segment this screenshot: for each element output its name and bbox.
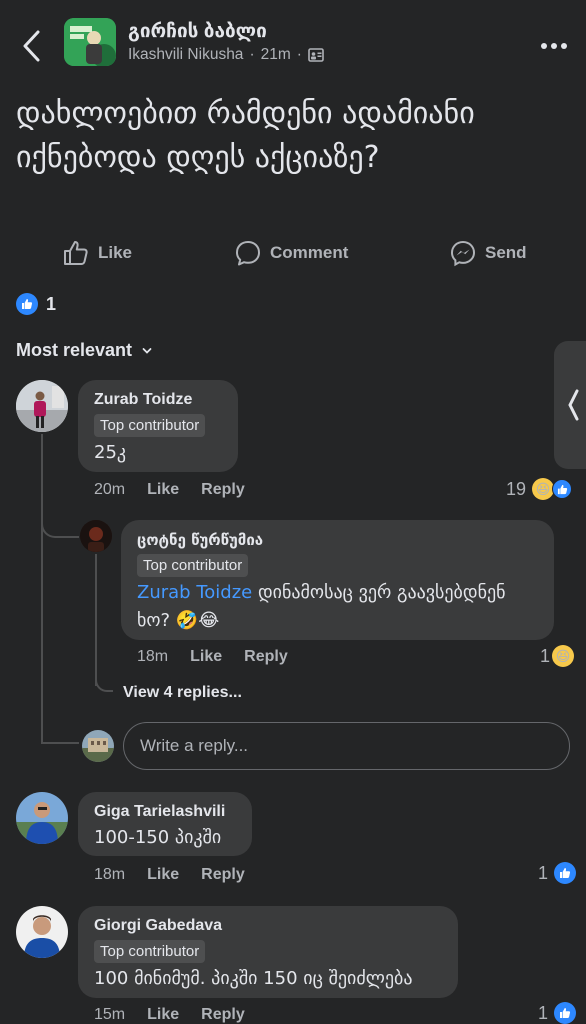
comment-text: 100-150 პიკში	[94, 827, 222, 848]
like-reaction-icon	[16, 293, 38, 315]
like-reaction-icon	[554, 862, 577, 884]
comment-reply-button[interactable]: Reply	[201, 866, 245, 884]
comment-time: 18m	[94, 866, 126, 883]
thread-connector	[41, 496, 79, 538]
like-button[interactable]: Like	[62, 236, 132, 270]
meta-separator: ·	[296, 46, 302, 63]
post-time[interactable]: 21m	[261, 46, 291, 64]
side-panel-toggle[interactable]	[554, 341, 586, 469]
top-contributor-badge: Top contributor	[94, 940, 206, 963]
messenger-icon	[450, 240, 476, 267]
chevron-left-icon	[23, 30, 40, 62]
comment-text: 25კ	[94, 442, 127, 463]
send-button[interactable]: Send	[449, 236, 527, 270]
send-label: Send	[485, 243, 527, 262]
top-contributor-badge: Top contributor	[137, 554, 249, 577]
laugh-emoji-icon: 😆	[532, 478, 555, 500]
comment-text: 100 მინიმუმ. პიკში 150 იც შეიძლება	[94, 968, 413, 989]
comment-like-button[interactable]: Like	[147, 866, 179, 884]
reaction-count: 1	[538, 1002, 549, 1023]
post-meta: Ikashvili Nikusha · 21m ·	[128, 46, 324, 64]
profile-photo-icon	[16, 906, 68, 958]
comment-author[interactable]: Giga Tarielashvili	[94, 802, 236, 822]
comment-like-button[interactable]: Like	[147, 481, 179, 499]
comment-author[interactable]: Zurab Toidze	[94, 390, 222, 410]
comment-reply-button[interactable]: Reply	[201, 481, 245, 499]
sort-label: Most relevant	[16, 340, 133, 360]
reply-time: 18m	[137, 648, 169, 665]
avatar[interactable]	[16, 792, 68, 844]
reply-input[interactable]: Write a reply...	[123, 722, 570, 770]
comment-like-button[interactable]: Like	[147, 1006, 179, 1024]
reaction-count: 1	[538, 862, 549, 883]
profile-photo-icon	[16, 792, 68, 844]
avatar[interactable]	[16, 380, 68, 432]
thread-connector	[95, 660, 113, 692]
post-text: დახლოებით რამდენი ადამიანი იქნებოდა დღეს…	[16, 96, 475, 175]
comment-reply-button[interactable]: Reply	[201, 1006, 245, 1024]
avatar[interactable]	[80, 520, 112, 552]
reply-placeholder: Write a reply...	[140, 736, 249, 755]
comment-author[interactable]: Giorgi Gabedava	[94, 916, 442, 936]
comment-reactions[interactable]: 1	[538, 862, 577, 884]
more-dots-icon	[541, 43, 567, 49]
avatar[interactable]	[16, 906, 68, 958]
comment-actions: 15m Like Reply	[94, 1006, 245, 1024]
chevron-down-icon	[142, 347, 152, 354]
reply-reactions[interactable]: 1 😆	[540, 645, 575, 667]
comment-bubble-icon	[236, 241, 260, 266]
like-reaction-icon	[554, 1002, 577, 1024]
comment-bubble[interactable]: Giorgi Gabedava Top contributor 100 მინი…	[78, 906, 458, 998]
group-audience-icon	[308, 48, 324, 62]
comment-bubble[interactable]: Zurab Toidze Top contributor 25კ	[78, 380, 238, 472]
comment-reactions[interactable]: 19 😆	[506, 478, 573, 500]
comment-actions: 18m Like Reply	[94, 866, 245, 884]
profile-photo-icon	[16, 380, 68, 432]
comment-time: 20m	[94, 481, 126, 498]
group-name[interactable]: გირჩის ბაბლი	[128, 20, 267, 43]
profile-photo-icon	[82, 730, 114, 762]
thread-line	[41, 742, 79, 744]
comment-button[interactable]: Comment	[234, 236, 348, 270]
laugh-emoji-icon: 😆	[552, 645, 575, 667]
reply-reply-button[interactable]: Reply	[244, 648, 288, 666]
like-label: Like	[98, 243, 133, 262]
reply-author[interactable]: ცოტნე წურწუმია	[137, 530, 538, 550]
reaction-count: 1	[46, 293, 57, 314]
comment-label: Comment	[270, 243, 349, 262]
reply-like-button[interactable]: Like	[190, 648, 222, 666]
top-contributor-badge: Top contributor	[94, 414, 206, 437]
chevron-left-icon	[568, 389, 579, 421]
group-avatar[interactable]	[64, 18, 116, 66]
profile-photo-icon	[80, 520, 112, 552]
reaction-count: 1	[540, 645, 551, 666]
comment-time: 15m	[94, 1006, 126, 1023]
more-options-button[interactable]	[538, 34, 570, 58]
reaction-summary[interactable]: 1	[16, 293, 56, 315]
meta-separator: ·	[249, 46, 255, 63]
thread-line	[41, 434, 43, 744]
sort-dropdown[interactable]: Most relevant	[16, 340, 152, 361]
reply-actions: 18m Like Reply	[137, 648, 288, 666]
mention-link[interactable]: Zurab Toidze	[137, 582, 252, 603]
group-logo-icon	[64, 18, 116, 66]
author-name[interactable]: Ikashvili Nikusha	[128, 46, 243, 64]
comment-bubble[interactable]: Giga Tarielashvili 100-150 პიკში	[78, 792, 252, 856]
reply-bubble[interactable]: ცოტნე წურწუმია Top contributor Zurab Toi…	[121, 520, 554, 640]
back-button[interactable]	[18, 28, 48, 64]
comment-actions: 20m Like Reply	[94, 481, 245, 499]
current-user-avatar	[82, 730, 114, 762]
thumbs-up-icon	[64, 241, 88, 265]
like-reaction-icon	[552, 479, 573, 499]
reaction-count: 19	[506, 478, 527, 499]
comment-reactions[interactable]: 1	[538, 1002, 577, 1024]
view-replies-link[interactable]: View 4 replies...	[123, 684, 242, 702]
reply-text: Zurab Toidze დინამოსაც ვერ გაავსებდნენ ხ…	[137, 579, 538, 635]
